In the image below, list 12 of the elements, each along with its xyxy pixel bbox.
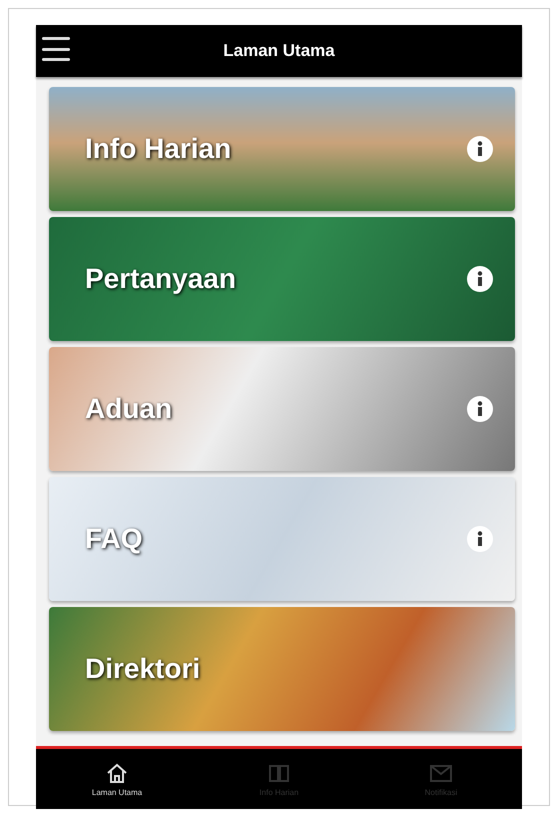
- menu-card[interactable]: Info Harian: [49, 87, 515, 211]
- card-title: FAQ: [85, 523, 143, 555]
- card-title: Pertanyaan: [85, 263, 236, 295]
- menu-card[interactable]: Direktori: [49, 607, 515, 731]
- card-title: Direktori: [85, 653, 200, 685]
- card-title: Info Harian: [85, 133, 232, 165]
- page-title: Laman Utama: [223, 41, 335, 61]
- menu-card[interactable]: Pertanyaan: [49, 217, 515, 341]
- card-title: Aduan: [85, 393, 172, 425]
- menu-card[interactable]: Aduan: [49, 347, 515, 471]
- menu-card[interactable]: FAQ: [49, 477, 515, 601]
- nav-tab[interactable]: Laman Utama: [36, 749, 198, 809]
